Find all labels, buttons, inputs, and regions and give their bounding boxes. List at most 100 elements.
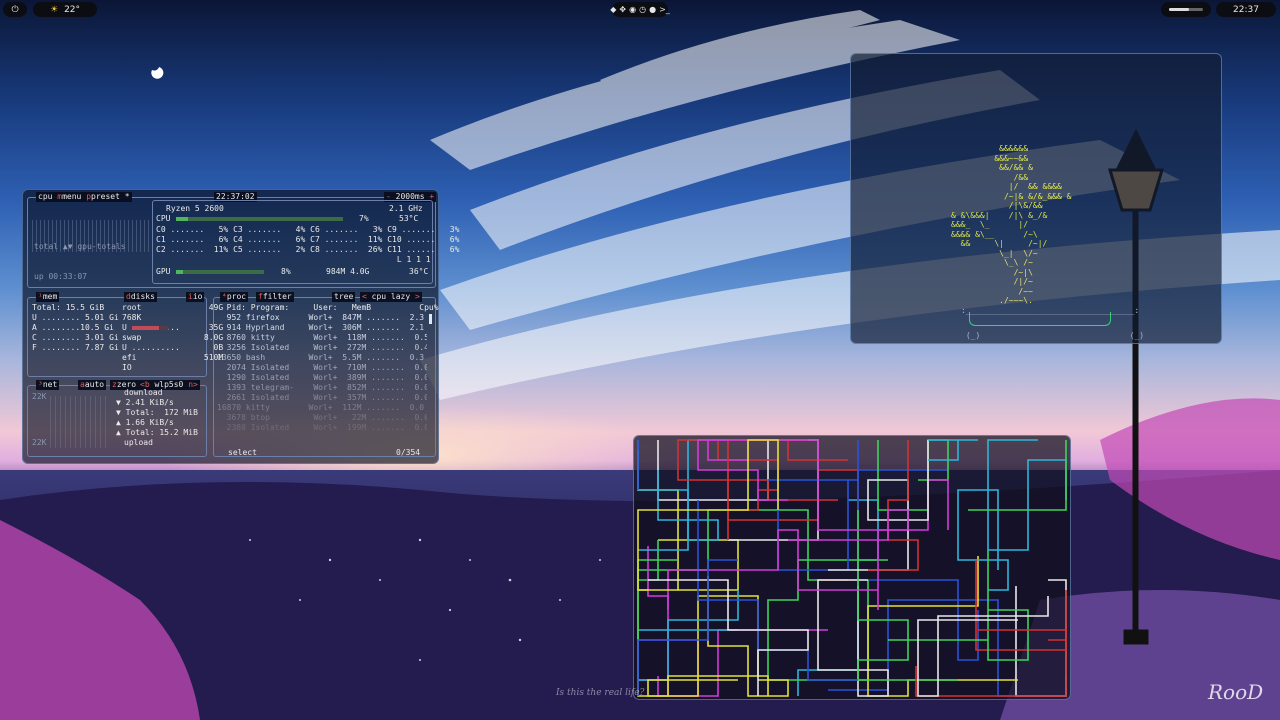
net-upload-total: ▲ Total: 15.2 MiB: [116, 428, 198, 437]
proc-row[interactable]: 2074 Isolated Worl+ 710M ....... 0.0: [217, 363, 427, 373]
proc-row[interactable]: 8760 kitty Worl+ 118M ....... 0.5: [217, 333, 427, 343]
cpu-label: CPU: [156, 214, 171, 223]
volume-slider[interactable]: [1161, 2, 1211, 17]
proc-box: ⁴proc ffilter tree < cpu lazy > Pid: Pro…: [213, 292, 439, 458]
mem-row: U ........ 5.01 Gi: [32, 313, 119, 322]
move-icon[interactable]: ✥: [619, 5, 626, 14]
preset-marker: *: [124, 192, 130, 201]
net-upload-rate: ▲ 1.66 KiB/s: [116, 418, 174, 427]
discord-icon[interactable]: ◉: [629, 5, 636, 14]
mem-row: F ........ 7.87 Gi: [32, 343, 119, 352]
disk-row: IO: [122, 363, 132, 372]
btop-window[interactable]: cpu mmenu ppreset * 22:37:02 - 2000ms + …: [22, 189, 459, 464]
tab-menu[interactable]: menu: [62, 192, 81, 201]
pipe-line: [928, 439, 978, 461]
core-row: C1 ....... 6% C4 ....... 6% C7 ....... 1…: [156, 235, 460, 244]
graph-label: total ▲▼ gpu-totals: [34, 242, 126, 251]
proc-count: 0/354: [396, 448, 421, 457]
proc-row[interactable]: 952 firefox Worl+ 847M ....... 2.3: [217, 313, 424, 323]
tab-net[interactable]: net: [43, 380, 57, 389]
net-box: ³net aauto zzero <b wlp5s0 n> 22K 22K do…: [27, 380, 207, 457]
gpu-label: GPU: [156, 267, 171, 276]
clock-icon[interactable]: ◷: [639, 5, 646, 14]
proc-row[interactable]: 13650 bash Worl+ 5.5M ....... 0.3: [217, 353, 424, 363]
bonsai-line: &&&&&&: [951, 144, 1029, 153]
proc-scrollbar[interactable]: [429, 314, 432, 324]
next-interface[interactable]: n>: [188, 380, 198, 389]
pipes-window[interactable]: [633, 435, 1071, 700]
proc-row[interactable]: 914 Hyprland Worl+ 306M ....... 2.1: [217, 323, 424, 333]
bonsai-line: & &\&&&| /|\ &_/&: [951, 210, 1048, 220]
cpu-temp: 53°C: [399, 214, 419, 223]
tab-filter[interactable]: filter: [263, 292, 292, 301]
net-download-label: download: [124, 388, 163, 397]
uptime: up 00:33:07: [34, 272, 87, 281]
sun-icon: ☀: [49, 4, 59, 15]
proc-row[interactable]: 2661 Isolated Worl+ 357M ....... 0.0: [217, 393, 427, 403]
weather-temperature: 22°: [64, 4, 81, 15]
volume-track[interactable]: [1169, 8, 1203, 11]
cpu-percent: 7%: [359, 214, 369, 223]
power-icon: ⏻: [11, 4, 19, 15]
sort-prev[interactable]: <: [362, 292, 367, 301]
display-icon[interactable]: ◆: [610, 5, 616, 14]
tab-disks[interactable]: disks: [131, 292, 155, 301]
bonsai-line: ./~~~\.: [951, 296, 1033, 305]
tab-auto[interactable]: auto: [85, 380, 104, 389]
bonsai-line: |/ && &&&&: [951, 182, 1062, 191]
bonsai-line: /|\&/&&: [951, 201, 1043, 210]
clock-widget[interactable]: 22:37: [1216, 2, 1276, 17]
disk-row: 768K: [122, 313, 142, 322]
wallpaper-caption: Is this the real life?: [556, 688, 645, 698]
pipe-line: [987, 439, 1067, 551]
tab-proc[interactable]: proc: [227, 292, 246, 301]
system-tray: ◆ ✥ ◉ ◷ ● >_: [610, 2, 670, 17]
tab-mem[interactable]: mem: [43, 292, 57, 301]
proc-row[interactable]: 1393 telegram- Worl+ 852M ....... 0.0: [217, 383, 427, 393]
steam-icon[interactable]: ●: [649, 5, 656, 14]
terminal-icon[interactable]: >_: [659, 5, 670, 14]
proc-row[interactable]: 3678 btop Worl+ 22M ....... 0.0: [217, 413, 427, 423]
pipe-line: [957, 489, 1009, 591]
proc-row[interactable]: 16870 kitty Worl+ 112M ....... 0.0: [217, 403, 424, 413]
tab-cpu[interactable]: cpu: [38, 192, 52, 201]
weather-widget[interactable]: ☀ 22°: [33, 2, 97, 17]
pipe-line: [968, 440, 1067, 511]
proc-row[interactable]: 2380 Isolated Worl+ 199M ....... 0.0: [217, 423, 427, 433]
proc-row[interactable]: 3256 Isolated Worl+ 272M ....... 0.4: [217, 343, 427, 353]
bonsai-pot: [969, 312, 1111, 326]
bonsai-line: /~~: [951, 286, 1033, 296]
net-scale-top: 22K: [32, 392, 47, 401]
cbonsai-window[interactable]: &&&&&& &&&~~&& &&/&& & /&& |/ && &&&& /~…: [850, 53, 1222, 344]
artist-signature: RooD: [1208, 680, 1264, 704]
gpu-percent: 8%: [281, 267, 291, 276]
tab-tree[interactable]: tree: [334, 292, 353, 301]
tab-io[interactable]: io: [193, 292, 203, 301]
net-upload-label: upload: [124, 438, 153, 447]
pipe-line: [637, 440, 689, 551]
sort-mode[interactable]: cpu lazy: [372, 292, 411, 301]
disk-row: root 49G: [122, 303, 224, 312]
bonsai-line: &&&_ \_ |/: [951, 220, 1029, 229]
select-button[interactable]: select: [228, 448, 257, 458]
disk-row: swap 8.0G: [122, 333, 224, 342]
pipe-line: [637, 590, 739, 681]
power-button[interactable]: ⏻: [3, 2, 27, 17]
mem-total: Total: 15.5 GiB: [32, 303, 105, 312]
bonsai-line: &&/&& &: [951, 163, 1033, 172]
pipe-line: [1015, 579, 1067, 697]
pipe-line: [648, 579, 809, 696]
sort-next[interactable]: >: [415, 292, 420, 301]
net-scale-bottom: 22K: [32, 438, 47, 447]
topbar-clock: 22:37: [1233, 4, 1259, 15]
load-average: L 1 1 1: [156, 255, 431, 264]
proc-row[interactable]: 1290 Isolated Worl+ 389M ....... 0.0: [217, 373, 427, 383]
tab-preset[interactable]: preset: [91, 192, 120, 201]
pipe-line: [828, 599, 1067, 697]
gpu-memory: 984M 4.0G: [326, 267, 370, 276]
cpu-freq: 2.1 GHz: [389, 204, 423, 213]
proc-list[interactable]: 952 firefox Worl+ 847M ....... 2.3 914 H…: [217, 313, 427, 443]
cpu-box: cpu mmenu ppreset * 22:37:02 - 2000ms + …: [27, 192, 459, 288]
pipe-line: [647, 675, 769, 697]
mem-box: ¹mem ddisks iio Total: 15.5 GiB U ......…: [27, 292, 223, 377]
